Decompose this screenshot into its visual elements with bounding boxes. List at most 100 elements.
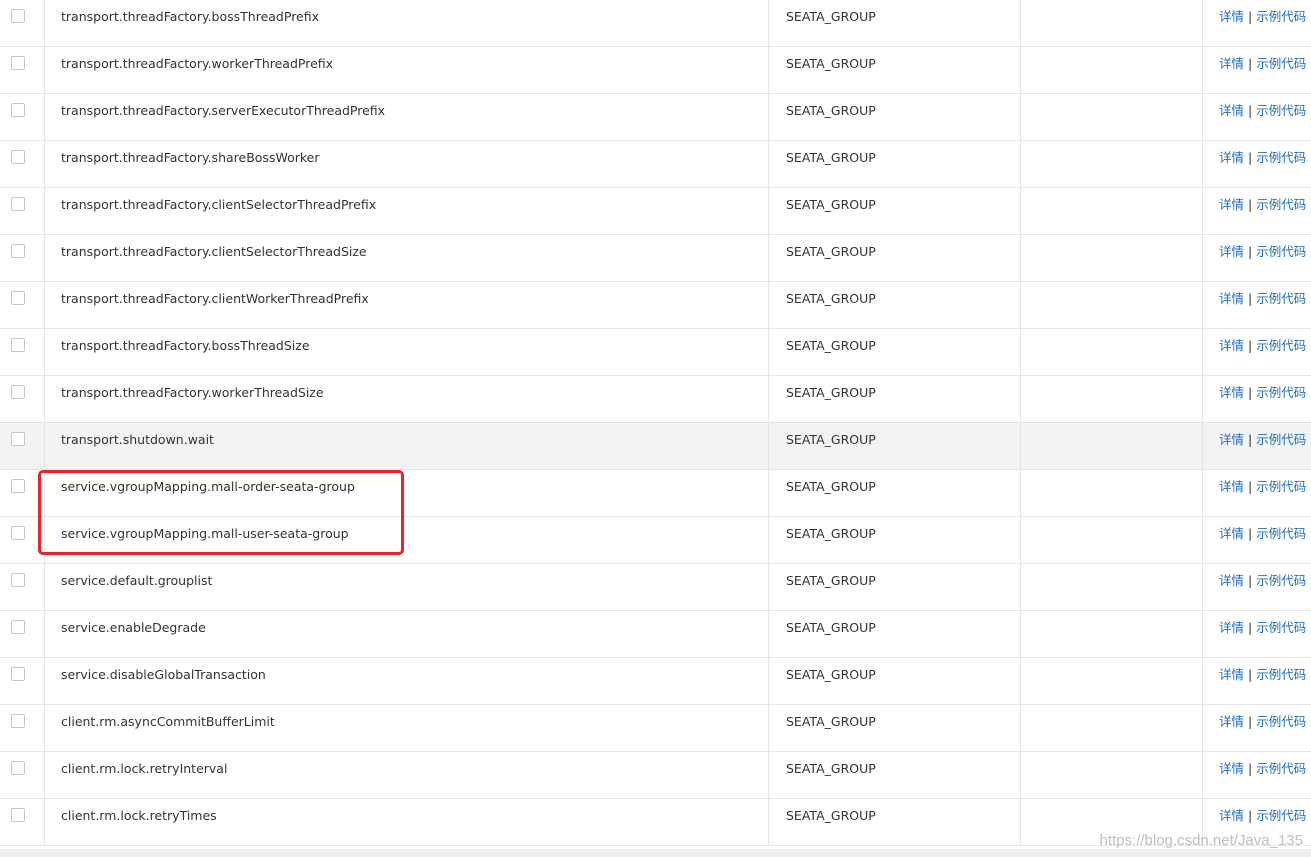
sample-code-link[interactable]: 示例代码 [1256,667,1306,682]
ops-cell: 详情 | 示例代码 [1203,423,1311,469]
detail-link[interactable]: 详情 [1219,573,1244,588]
detail-link[interactable]: 详情 [1219,714,1244,729]
table-row[interactable]: transport.threadFactory.workerThreadSize… [0,376,1311,423]
detail-link[interactable]: 详情 [1219,244,1244,259]
sample-code-link[interactable]: 示例代码 [1256,197,1306,212]
data-id-cell: transport.threadFactory.clientSelectorTh… [45,188,769,234]
sample-code-link[interactable]: 示例代码 [1256,244,1306,259]
ops-separator: | [1248,620,1253,635]
app-cell [1022,0,1203,46]
detail-link[interactable]: 详情 [1219,761,1244,776]
group-cell: SEATA_GROUP [770,376,1021,422]
sample-code-link[interactable]: 示例代码 [1256,9,1306,24]
table-row[interactable]: transport.threadFactory.bossThreadPrefix… [0,0,1311,47]
row-checkbox[interactable] [11,103,25,117]
row-checkbox[interactable] [11,714,25,728]
detail-link[interactable]: 详情 [1219,338,1244,353]
row-checkbox[interactable] [11,197,25,211]
detail-link[interactable]: 详情 [1219,620,1244,635]
row-checkbox[interactable] [11,9,25,23]
ops-separator: | [1248,761,1253,776]
detail-link[interactable]: 详情 [1219,385,1244,400]
table-row[interactable]: service.vgroupMapping.mall-user-seata-gr… [0,517,1311,564]
detail-link[interactable]: 详情 [1219,197,1244,212]
sample-code-link[interactable]: 示例代码 [1256,620,1306,635]
table-row[interactable]: transport.threadFactory.bossThreadSize S… [0,329,1311,376]
table-row[interactable]: service.default.grouplist SEATA_GROUP 详情… [0,564,1311,611]
ops-separator: | [1248,56,1253,71]
sample-code-link[interactable]: 示例代码 [1256,714,1306,729]
group-cell: SEATA_GROUP [770,611,1021,657]
sample-code-link[interactable]: 示例代码 [1256,573,1306,588]
row-checkbox[interactable] [11,244,25,258]
row-checkbox[interactable] [11,761,25,775]
sample-code-link[interactable]: 示例代码 [1256,432,1306,447]
row-checkbox[interactable] [11,385,25,399]
row-checkbox[interactable] [11,479,25,493]
ops-cell: 详情 | 示例代码 [1203,47,1311,93]
table-row[interactable]: transport.threadFactory.clientSelectorTh… [0,188,1311,235]
ops-separator: | [1248,479,1253,494]
row-checkbox[interactable] [11,150,25,164]
ops-cell: 详情 | 示例代码 [1203,235,1311,281]
sample-code-link[interactable]: 示例代码 [1256,338,1306,353]
row-checkbox[interactable] [11,526,25,540]
group-cell: SEATA_GROUP [770,799,1021,845]
checkbox-cell [0,423,45,469]
detail-link[interactable]: 详情 [1219,808,1244,823]
sample-code-link[interactable]: 示例代码 [1256,103,1306,118]
group-cell: SEATA_GROUP [770,47,1021,93]
detail-link[interactable]: 详情 [1219,667,1244,682]
ops-separator: | [1248,150,1253,165]
sample-code-link[interactable]: 示例代码 [1256,385,1306,400]
table-row[interactable]: client.rm.asyncCommitBufferLimit SEATA_G… [0,705,1311,752]
group-cell: SEATA_GROUP [770,423,1021,469]
sample-code-link[interactable]: 示例代码 [1256,761,1306,776]
row-checkbox[interactable] [11,667,25,681]
row-checkbox[interactable] [11,432,25,446]
detail-link[interactable]: 详情 [1219,56,1244,71]
row-checkbox[interactable] [11,573,25,587]
row-checkbox[interactable] [11,291,25,305]
table-row[interactable]: transport.threadFactory.clientSelectorTh… [0,235,1311,282]
table-row[interactable]: transport.threadFactory.shareBossWorker … [0,141,1311,188]
row-checkbox[interactable] [11,620,25,634]
ops-cell: 详情 | 示例代码 [1203,705,1311,751]
detail-link[interactable]: 详情 [1219,432,1244,447]
table-row[interactable]: transport.threadFactory.clientWorkerThre… [0,282,1311,329]
bottom-scroll-strip[interactable] [0,849,1311,857]
app-cell [1022,282,1203,328]
table-row[interactable]: transport.threadFactory.serverExecutorTh… [0,94,1311,141]
data-id-cell: client.rm.lock.retryTimes [45,799,769,845]
row-checkbox[interactable] [11,56,25,70]
detail-link[interactable]: 详情 [1219,479,1244,494]
table-row-hovered[interactable]: transport.shutdown.wait SEATA_GROUP 详情 | 示… [0,423,1311,470]
detail-link[interactable]: 详情 [1219,103,1244,118]
checkbox-cell [0,0,45,46]
row-checkbox[interactable] [11,338,25,352]
data-id-cell: transport.threadFactory.bossThreadSize [45,329,769,375]
sample-code-link[interactable]: 示例代码 [1256,479,1306,494]
detail-link[interactable]: 详情 [1219,291,1244,306]
app-cell [1022,470,1203,516]
group-cell: SEATA_GROUP [770,188,1021,234]
sample-code-link[interactable]: 示例代码 [1256,526,1306,541]
detail-link[interactable]: 详情 [1219,150,1244,165]
table-row[interactable]: transport.threadFactory.workerThreadPref… [0,47,1311,94]
table-row[interactable]: service.disableGlobalTransaction SEATA_G… [0,658,1311,705]
ops-separator: | [1248,667,1253,682]
detail-link[interactable]: 详情 [1219,9,1244,24]
checkbox-cell [0,235,45,281]
table-row[interactable]: client.rm.lock.retryInterval SEATA_GROUP… [0,752,1311,799]
app-cell [1022,188,1203,234]
detail-link[interactable]: 详情 [1219,526,1244,541]
group-cell: SEATA_GROUP [770,658,1021,704]
sample-code-link[interactable]: 示例代码 [1256,56,1306,71]
sample-code-link[interactable]: 示例代码 [1256,808,1306,823]
sample-code-link[interactable]: 示例代码 [1256,150,1306,165]
sample-code-link[interactable]: 示例代码 [1256,291,1306,306]
table-row[interactable]: service.vgroupMapping.mall-order-seata-g… [0,470,1311,517]
row-checkbox[interactable] [11,808,25,822]
table-row[interactable]: service.enableDegrade SEATA_GROUP 详情 | 示例代… [0,611,1311,658]
group-cell: SEATA_GROUP [770,752,1021,798]
